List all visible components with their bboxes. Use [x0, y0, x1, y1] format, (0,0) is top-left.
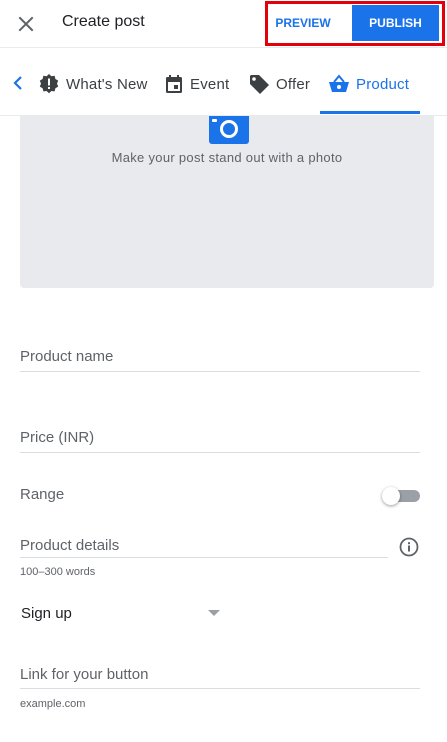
dropdown-arrow-icon	[208, 610, 220, 616]
button-type-select[interactable]: Sign up	[20, 596, 224, 632]
tab-whats-new[interactable]: What's New	[38, 70, 148, 98]
preview-button[interactable]: PREVIEW	[272, 7, 334, 39]
active-tab-indicator	[320, 111, 420, 114]
calendar-icon	[166, 75, 182, 93]
shopping-basket-icon	[329, 74, 349, 92]
range-toggle[interactable]	[382, 487, 420, 505]
chevron-left-icon[interactable]	[10, 74, 28, 92]
price-label: Price (INR)	[20, 429, 95, 446]
product-name-label: Product name	[20, 348, 114, 365]
tab-label: Offer	[276, 75, 311, 93]
product-details-field[interactable]: Product details	[20, 528, 388, 558]
tab-label: Product	[356, 75, 410, 93]
details-helper-text: 100–300 words	[20, 566, 96, 578]
post-type-tabs: What's New Event Offer Product	[0, 48, 447, 116]
tab-label: What's New	[66, 75, 148, 93]
link-helper-text: example.com	[20, 698, 86, 710]
select-value: Sign up	[21, 605, 72, 622]
camera-icon	[209, 116, 249, 144]
page-title: Create post	[62, 13, 145, 30]
tab-label: Event	[190, 75, 230, 93]
tab-product[interactable]: Product	[328, 70, 409, 98]
tag-icon	[250, 75, 269, 94]
range-label: Range	[20, 486, 65, 503]
tab-event[interactable]: Event	[164, 70, 229, 98]
tab-offer[interactable]: Offer	[248, 70, 310, 98]
close-icon[interactable]	[14, 12, 38, 36]
photo-upload-area[interactable]: Make your post stand out with a photo	[20, 116, 434, 288]
product-details-label: Product details	[20, 537, 120, 554]
alert-badge-icon	[39, 74, 59, 94]
button-link-field[interactable]: Link for your button	[20, 657, 420, 689]
publish-button[interactable]: PUBLISH	[352, 5, 439, 41]
button-link-label: Link for your button	[20, 666, 149, 683]
photo-prompt: Make your post stand out with a photo	[111, 150, 343, 165]
app-header: Create post PREVIEW PUBLISH	[0, 0, 447, 48]
price-field[interactable]: Price (INR)	[20, 421, 420, 453]
product-name-field[interactable]: Product name	[20, 340, 420, 372]
info-icon[interactable]	[399, 537, 419, 557]
